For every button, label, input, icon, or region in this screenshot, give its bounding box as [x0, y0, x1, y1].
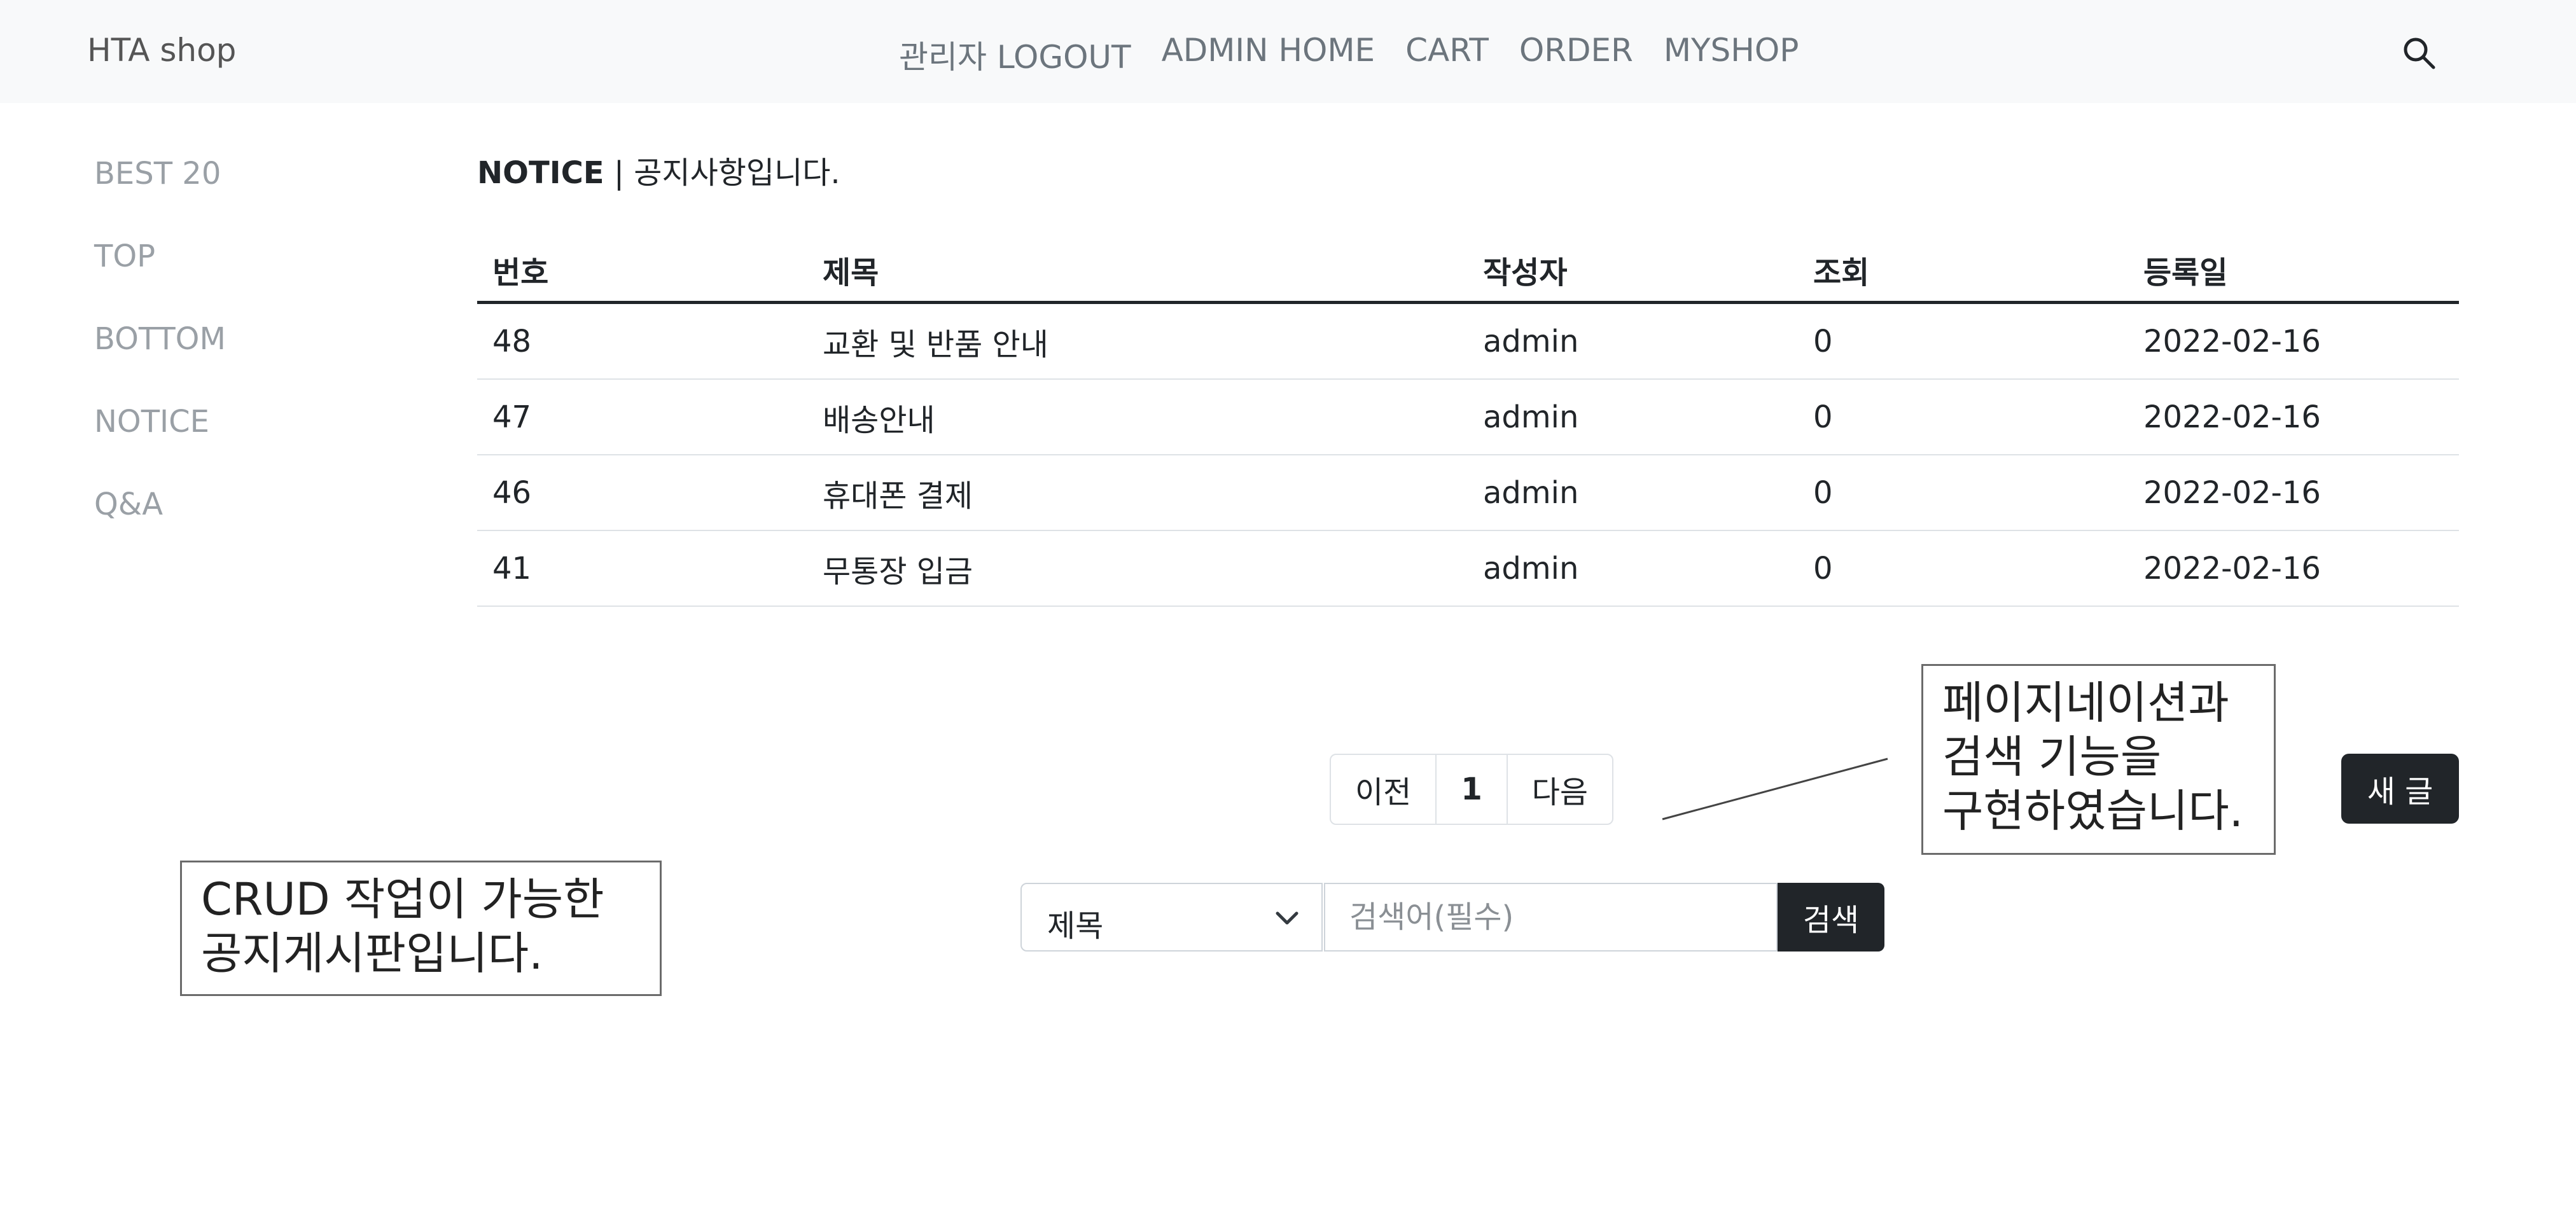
annotation-callout-pagination: 페이지네이션과 검색 기능을 구현하였습니다.	[1921, 664, 2276, 855]
nav-links: 관리자 LOGOUT ADMIN HOME CART ORDER MYSHOP	[899, 32, 1799, 78]
pagination-prev-button[interactable]: 이전	[1331, 755, 1437, 824]
cell-number: 48	[477, 302, 807, 380]
annotation-callout-crud: CRUD 작업이 가능한 공지게시판입니다.	[180, 861, 662, 996]
pagination-page-current[interactable]: 1	[1437, 755, 1508, 824]
sidebar-item-top[interactable]: TOP	[94, 234, 226, 317]
sidebar-item-qna[interactable]: Q&A	[94, 482, 226, 565]
table-header-row: 번호 제목 작성자 조회 등록일	[477, 239, 2459, 304]
nav-link-admin-home[interactable]: ADMIN HOME	[1162, 32, 1375, 78]
search-icon[interactable]	[2402, 36, 2436, 70]
cell-date: 2022-02-16	[2128, 455, 2459, 531]
cell-author: admin	[1468, 379, 1798, 455]
annotation-line: 공지게시판입니다.	[201, 927, 543, 979]
sidebar-item-best20[interactable]: BEST 20	[94, 151, 226, 234]
notice-table: 번호 제목 작성자 조회 등록일 48 교환 및 반품 안내 admin 0 2…	[477, 239, 2459, 607]
search-button[interactable]: 검색	[1778, 883, 1884, 952]
cell-date: 2022-02-16	[2128, 379, 2459, 455]
cell-views: 0	[1798, 302, 2128, 380]
cell-date: 2022-02-16	[2128, 530, 2459, 607]
cell-number: 41	[477, 530, 807, 607]
cell-views: 0	[1798, 455, 2128, 531]
annotation-line: 검색 기능을	[1942, 731, 2162, 783]
cell-number: 46	[477, 455, 807, 531]
sidebar-item-notice[interactable]: NOTICE	[94, 399, 226, 482]
search-input[interactable]	[1324, 883, 1778, 952]
column-header-title: 제목	[807, 239, 1468, 304]
column-header-number: 번호	[477, 239, 807, 304]
cell-author: admin	[1468, 302, 1798, 380]
cell-title-link[interactable]: 휴대폰 결제	[807, 455, 1468, 531]
nav-link-order[interactable]: ORDER	[1519, 32, 1633, 78]
table-row[interactable]: 41 무통장 입금 admin 0 2022-02-16	[477, 530, 2459, 607]
cell-title-link[interactable]: 배송안내	[807, 379, 1468, 455]
table-row[interactable]: 48 교환 및 반품 안내 admin 0 2022-02-16	[477, 302, 2459, 380]
pagination-next-button[interactable]: 다음	[1508, 755, 1612, 824]
nav-link-admin-logout[interactable]: 관리자 LOGOUT	[899, 32, 1131, 78]
annotation-line: 페이지네이션과	[1942, 677, 2229, 729]
brand-logo[interactable]: HTA shop	[87, 32, 236, 69]
search-field-select-value: 제목	[1047, 908, 1104, 944]
page-title-subtitle: | 공지사항입니다.	[604, 155, 840, 191]
cell-author: admin	[1468, 530, 1798, 607]
new-post-button[interactable]: 새 글	[2341, 754, 2459, 824]
page-title-bold: NOTICE	[477, 155, 604, 191]
sidebar: BEST 20 TOP BOTTOM NOTICE Q&A	[94, 151, 226, 565]
cell-title-link[interactable]: 교환 및 반품 안내	[807, 302, 1468, 380]
page-title: NOTICE | 공지사항입니다.	[477, 148, 840, 192]
chevron-down-icon	[1276, 911, 1298, 925]
search-field-select[interactable]: 제목	[1020, 883, 1323, 952]
table-row[interactable]: 46 휴대폰 결제 admin 0 2022-02-16	[477, 455, 2459, 531]
column-header-views: 조회	[1798, 239, 2128, 304]
cell-date: 2022-02-16	[2128, 302, 2459, 380]
nav-link-cart[interactable]: CART	[1405, 32, 1489, 78]
cell-author: admin	[1468, 455, 1798, 531]
pagination: 이전 1 다음	[1330, 754, 1614, 825]
cell-views: 0	[1798, 530, 2128, 607]
top-navbar: HTA shop 관리자 LOGOUT ADMIN HOME CART ORDE…	[0, 0, 2576, 103]
cell-title-link[interactable]: 무통장 입금	[807, 530, 1468, 607]
annotation-line: CRUD 작업이 가능한	[201, 873, 604, 925]
annotation-line: 구현하였습니다.	[1942, 785, 2244, 837]
sidebar-item-bottom[interactable]: BOTTOM	[94, 317, 226, 399]
cell-number: 47	[477, 379, 807, 455]
nav-link-myshop[interactable]: MYSHOP	[1664, 32, 1799, 78]
column-header-author: 작성자	[1468, 239, 1798, 304]
cell-views: 0	[1798, 379, 2128, 455]
column-header-date: 등록일	[2128, 239, 2459, 304]
table-row[interactable]: 47 배송안내 admin 0 2022-02-16	[477, 379, 2459, 455]
annotation-connector-line	[1662, 758, 1888, 820]
